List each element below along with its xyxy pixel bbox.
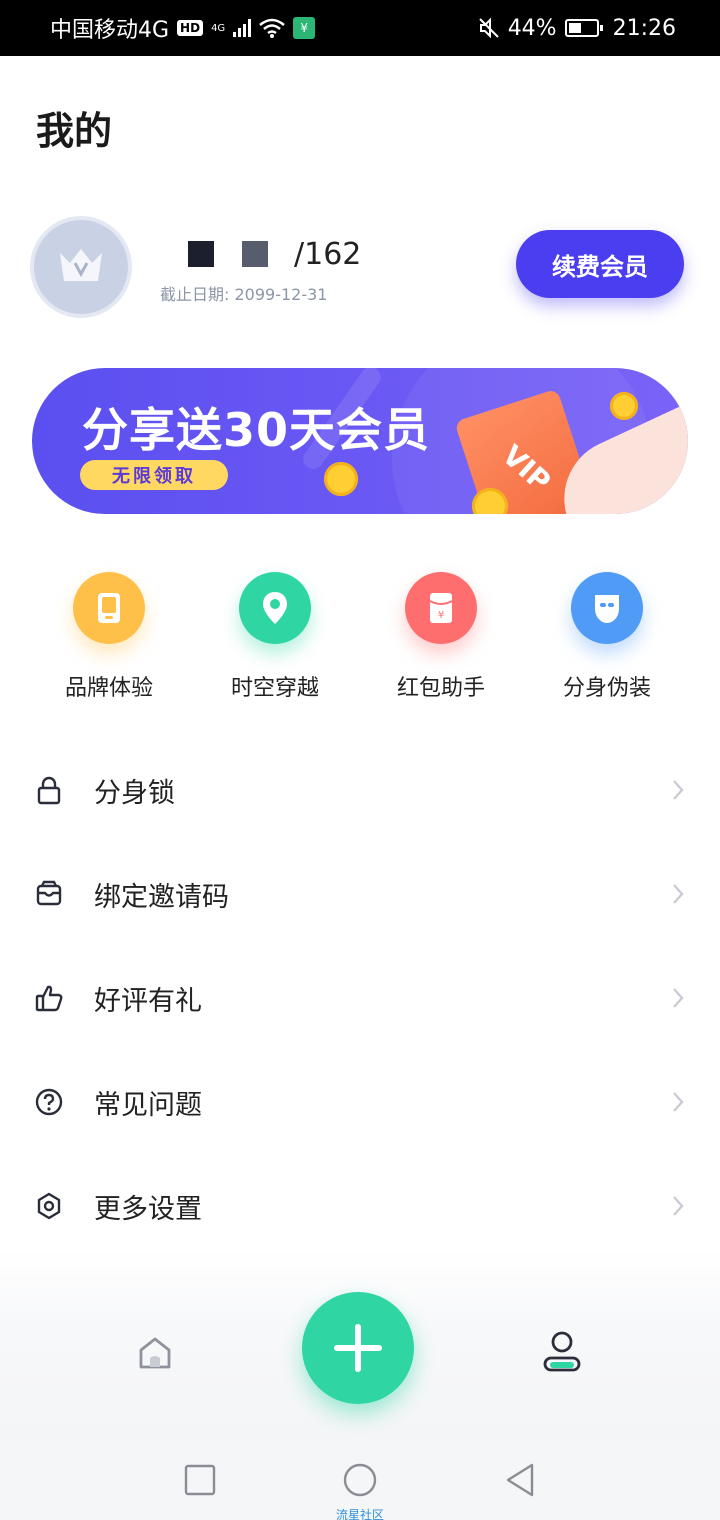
status-bar: 中国移动4G HD 4G ¥ 44% 21:26 bbox=[0, 0, 720, 56]
user-name: /162 bbox=[188, 236, 361, 272]
menu-item-clone-lock[interactable]: 分身锁 bbox=[0, 750, 720, 830]
coin-icon bbox=[324, 462, 358, 496]
clock: 21:26 bbox=[612, 15, 676, 41]
quick-action-label: 分身伪装 bbox=[562, 676, 651, 701]
envelope-icon bbox=[36, 880, 62, 906]
banner-title: 分享送30天会员 bbox=[82, 403, 431, 457]
menu-item-label: 更多设置 bbox=[94, 1193, 202, 1225]
menu-item-bind-invite-code[interactable]: 绑定邀请码 bbox=[0, 854, 720, 934]
signal-icon bbox=[233, 19, 252, 37]
status-left: 中国移动4G HD 4G ¥ bbox=[50, 12, 316, 44]
battery-icon bbox=[564, 19, 603, 37]
menu-item-label: 绑定邀请码 bbox=[94, 881, 229, 913]
avatar[interactable] bbox=[34, 220, 128, 314]
lock-icon bbox=[37, 776, 61, 805]
mask-icon bbox=[571, 572, 643, 644]
quick-action-time-travel[interactable]: 时空穿越 bbox=[205, 572, 345, 702]
quick-action-label: 红包助手 bbox=[396, 676, 485, 701]
quick-action-label: 品牌体验 bbox=[64, 676, 153, 701]
user-icon[interactable] bbox=[542, 1330, 582, 1374]
chevron-right-icon bbox=[673, 988, 684, 1008]
coin-icon bbox=[610, 392, 638, 420]
status-right: 44% 21:26 bbox=[478, 16, 676, 41]
quick-action-clone-disguise[interactable]: 分身伪装 bbox=[537, 572, 677, 702]
chevron-right-icon bbox=[673, 1196, 684, 1216]
membership-expiry: 截止日期: 2099-12-31 bbox=[160, 285, 328, 304]
chevron-right-icon bbox=[673, 884, 684, 904]
crown-icon bbox=[60, 249, 102, 281]
battery-percent: 44% bbox=[507, 15, 557, 41]
recent-apps-button[interactable] bbox=[184, 1464, 216, 1496]
mute-icon bbox=[478, 17, 499, 39]
screen: 中国移动4G HD 4G ¥ 44% 21:26 我的 /162 截止日期: 2… bbox=[0, 0, 720, 1520]
redaction-block bbox=[188, 241, 214, 267]
red-envelope-icon: ¥ bbox=[405, 572, 477, 644]
tablet-icon bbox=[73, 572, 145, 644]
settings-icon bbox=[37, 1192, 61, 1220]
menu-item-review-reward[interactable]: 好评有礼 bbox=[0, 958, 720, 1038]
menu-item-label: 分身锁 bbox=[94, 777, 175, 809]
quick-action-red-envelope-helper[interactable]: ¥ 红包助手 bbox=[371, 572, 511, 702]
menu-item-more-settings[interactable]: 更多设置 bbox=[0, 1166, 720, 1246]
location-pin-icon bbox=[239, 572, 311, 644]
chevron-right-icon bbox=[673, 780, 684, 800]
watermark-text: 流星社区 bbox=[335, 1508, 384, 1520]
plus-icon bbox=[334, 1324, 382, 1372]
thumbs-up-icon bbox=[35, 985, 63, 1012]
user-name-suffix: /162 bbox=[294, 236, 362, 272]
redaction-block bbox=[242, 241, 268, 267]
menu-item-faq[interactable]: 常见问题 bbox=[0, 1062, 720, 1142]
app-notification-icon: ¥ bbox=[293, 17, 316, 39]
home-nav-button[interactable] bbox=[342, 1462, 378, 1498]
question-circle-icon bbox=[35, 1088, 63, 1116]
hd-badge: HD bbox=[177, 20, 204, 36]
back-button[interactable] bbox=[504, 1462, 536, 1498]
svg-text:¥: ¥ bbox=[438, 610, 444, 621]
wifi-icon bbox=[259, 18, 285, 38]
chevron-right-icon bbox=[673, 1092, 684, 1112]
network-type: 4G bbox=[211, 22, 226, 34]
carrier-text: 中国移动4G bbox=[50, 18, 170, 43]
quick-action-brand-experience[interactable]: 品牌体验 bbox=[39, 572, 179, 702]
banner-badge: 无限领取 bbox=[80, 460, 228, 490]
page-title: 我的 bbox=[36, 109, 113, 153]
add-button[interactable] bbox=[302, 1292, 414, 1404]
quick-action-label: 时空穿越 bbox=[230, 676, 319, 701]
renew-membership-button[interactable]: 续费会员 bbox=[516, 230, 684, 298]
share-promo-banner[interactable]: 分享送30天会员 无限领取 VIP bbox=[32, 368, 688, 514]
home-icon[interactable] bbox=[136, 1334, 174, 1372]
menu-item-label: 常见问题 bbox=[94, 1089, 202, 1121]
menu-item-label: 好评有礼 bbox=[94, 985, 202, 1017]
